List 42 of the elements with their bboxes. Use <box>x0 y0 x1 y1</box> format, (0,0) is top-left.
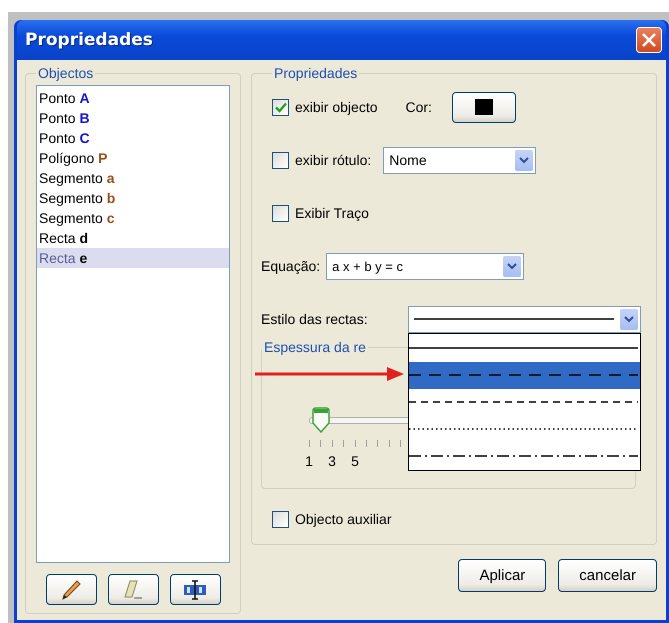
tick-label: 5 <box>350 453 360 469</box>
text-cursor-icon <box>181 578 209 600</box>
checkbox[interactable] <box>272 152 289 168</box>
panel-title: Espessura da re <box>263 339 367 355</box>
line-style-label: Estilo das rectas: <box>261 311 368 327</box>
list-item[interactable]: Ponto B <box>37 108 229 128</box>
checkbox[interactable] <box>272 98 289 116</box>
checkbox-label: exibir objecto <box>295 99 378 115</box>
list-item[interactable]: Ponto A <box>37 88 229 108</box>
panel-title: Objectos <box>37 65 94 81</box>
color-swatch-icon <box>474 99 493 115</box>
list-item[interactable]: Polígono P <box>37 148 229 168</box>
slider-thumb[interactable] <box>312 407 330 433</box>
dialog-button[interactable]: cancelar <box>558 559 657 592</box>
eraser-button[interactable] <box>108 574 158 605</box>
equation-label: Equação: <box>261 258 320 274</box>
list-item[interactable]: Ponto C <box>37 128 229 148</box>
text-field-button[interactable] <box>170 574 220 605</box>
checkbox-label: Exibir Traço <box>295 205 369 221</box>
label-dropdown[interactable]: Nome <box>383 146 536 174</box>
checkbox-label: Objecto auxiliar <box>295 511 392 527</box>
equation-dropdown[interactable]: a x + b y = c <box>326 252 524 280</box>
window-title: Propriedades <box>25 30 153 50</box>
pencil-icon <box>60 578 82 600</box>
pencil-button[interactable] <box>46 574 96 605</box>
panel-title: Propriedades <box>273 65 358 81</box>
dialog-button[interactable]: Aplicar <box>458 559 546 592</box>
close-button[interactable] <box>636 27 662 53</box>
checkbox-label: exibir rótulo: <box>295 152 372 168</box>
list-item[interactable]: Segmento a <box>37 168 229 188</box>
list-item[interactable]: Segmento c <box>37 208 229 228</box>
close-icon <box>641 32 657 48</box>
checkbox[interactable] <box>272 510 289 528</box>
checkbox[interactable] <box>272 204 289 222</box>
list-item[interactable]: Recta d <box>37 228 229 248</box>
list-item[interactable]: Recta e <box>37 248 229 268</box>
tick-label: 1 <box>304 453 314 469</box>
color-button[interactable] <box>452 92 516 122</box>
tick-label: 3 <box>327 453 337 469</box>
color-label: Cor: <box>406 99 432 115</box>
list-item[interactable]: Segmento b <box>37 188 229 208</box>
line-style-dropdown[interactable] <box>408 306 641 332</box>
